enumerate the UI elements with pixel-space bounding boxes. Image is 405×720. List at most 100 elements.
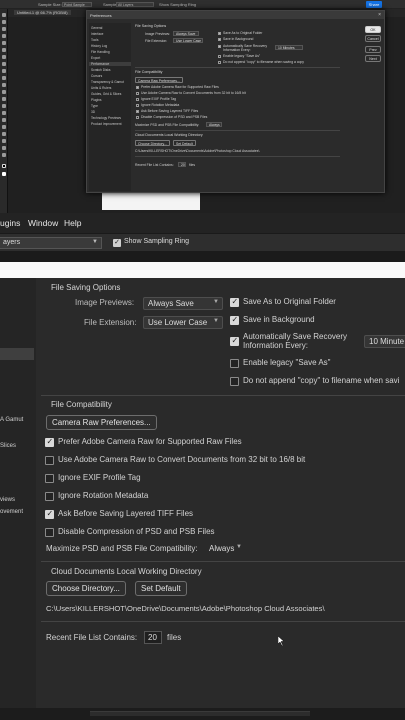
- sample-select[interactable]: All Layers: [116, 2, 154, 7]
- sidebar-item-guides[interactable]: Slices: [0, 443, 16, 449]
- use-camera-raw-convert-checkbox[interactable]: [136, 92, 139, 95]
- hand-tool-icon[interactable]: [2, 146, 6, 150]
- document-tab[interactable]: Untitled-1 @ 66.7% (RGB/8): [14, 10, 71, 15]
- disable-compression-checkbox[interactable]: [136, 116, 139, 119]
- use-camera-raw-convert-checkbox[interactable]: [45, 456, 54, 465]
- disable-compression-checkbox[interactable]: [45, 528, 54, 537]
- sidebar-item-tech-previews[interactable]: views: [0, 497, 15, 503]
- mini-sidebar-item[interactable]: General: [91, 26, 102, 30]
- maximize-select[interactable]: Always: [206, 122, 222, 127]
- show-sampling-ring-checkbox[interactable]: ✓: [113, 239, 121, 247]
- close-icon[interactable]: ×: [378, 12, 381, 18]
- document-canvas[interactable]: [102, 190, 200, 210]
- menu-plugins[interactable]: ugins: [0, 218, 20, 228]
- ignore-rotation-checkbox[interactable]: [45, 492, 54, 501]
- mini-sidebar-item[interactable]: Export: [91, 56, 100, 60]
- auto-save-checkbox[interactable]: [230, 336, 239, 346]
- next-button[interactable]: Next: [365, 55, 381, 62]
- blur-tool-icon[interactable]: [2, 104, 6, 108]
- mini-sidebar-item[interactable]: Interface: [91, 32, 103, 36]
- ignore-exif-checkbox[interactable]: [45, 474, 54, 483]
- mini-sidebar-item[interactable]: 3D: [91, 110, 95, 114]
- eraser-tool-icon[interactable]: [2, 90, 6, 94]
- save-in-background-checkbox[interactable]: [230, 315, 239, 325]
- ok-button[interactable]: OK: [365, 26, 381, 33]
- auto-save-interval-select[interactable]: 10 Minute: [364, 335, 405, 348]
- path-select-icon[interactable]: [2, 132, 6, 136]
- mini-sidebar-item[interactable]: Units & Rulers: [91, 86, 111, 90]
- zoom-tool-icon[interactable]: [2, 153, 6, 157]
- legacy-save-as-checkbox[interactable]: [218, 55, 221, 58]
- healing-tool-icon[interactable]: [2, 62, 6, 66]
- mini-sidebar-item[interactable]: Type: [91, 104, 98, 108]
- ignore-exif-checkbox[interactable]: [136, 98, 139, 101]
- file-extension-select[interactable]: Use Lower Case ▼: [143, 316, 223, 329]
- mini-sidebar-item[interactable]: Transparency & Gamut: [91, 80, 124, 84]
- crop-tool-icon[interactable]: [2, 41, 6, 45]
- marquee-tool-icon[interactable]: [2, 20, 6, 24]
- stamp-tool-icon[interactable]: [2, 76, 6, 80]
- history-brush-icon[interactable]: [2, 83, 6, 87]
- maximize-select[interactable]: Always ▼: [204, 542, 246, 555]
- show-sampling-ring-label: Show Sampling Ring: [124, 238, 189, 245]
- brush-tool-icon[interactable]: [2, 69, 6, 73]
- prefer-camera-raw-checkbox[interactable]: [45, 437, 54, 447]
- ignore-rotation-checkbox[interactable]: [136, 104, 139, 107]
- prefer-camera-raw-checkbox[interactable]: [136, 86, 139, 89]
- eyedropper-tool-icon[interactable]: [2, 55, 6, 59]
- move-tool-icon[interactable]: [2, 13, 6, 17]
- scrollbar[interactable]: [90, 711, 310, 716]
- choose-directory-button[interactable]: Choose Directory...: [46, 581, 126, 596]
- camera-raw-prefs-button[interactable]: Camera Raw Preferences...: [46, 415, 157, 430]
- recent-files-input[interactable]: 20: [178, 162, 186, 167]
- background-color-icon[interactable]: [2, 172, 6, 176]
- show-ring-label[interactable]: Show Sampling Ring: [159, 2, 196, 7]
- cancel-button[interactable]: Cancel: [365, 35, 381, 42]
- recent-files-input[interactable]: 20: [144, 631, 162, 644]
- mini-sidebar-item[interactable]: Plugins: [91, 98, 101, 102]
- mini-sidebar-item[interactable]: Tools: [91, 38, 98, 42]
- mini-sidebar-item[interactable]: Product Improvement: [91, 122, 121, 126]
- mini-sidebar-item[interactable]: History Log: [91, 44, 107, 48]
- dodge-tool-icon[interactable]: [2, 111, 6, 115]
- save-as-original-checkbox[interactable]: [218, 32, 221, 35]
- image-previews-select[interactable]: Always Save: [173, 31, 199, 36]
- mini-sidebar-item[interactable]: Cursors: [91, 74, 102, 78]
- lasso-tool-icon[interactable]: [2, 27, 6, 31]
- save-as-original-checkbox[interactable]: [230, 297, 239, 307]
- camera-raw-prefs-button[interactable]: Camera Raw Preferences...: [135, 77, 183, 83]
- mini-sidebar-item[interactable]: Performance: [91, 62, 109, 66]
- legacy-save-as-checkbox[interactable]: [230, 359, 239, 368]
- shape-tool-icon[interactable]: [2, 139, 6, 143]
- choose-directory-button[interactable]: Choose Directory...: [135, 140, 170, 146]
- auto-save-checkbox[interactable]: [218, 45, 221, 48]
- file-extension-select[interactable]: Use Lower Case: [173, 38, 203, 43]
- prev-button[interactable]: Prev: [365, 46, 381, 53]
- ask-tiff-checkbox[interactable]: [45, 509, 54, 519]
- no-copy-checkbox[interactable]: [230, 377, 239, 386]
- menu-help[interactable]: Help: [64, 218, 81, 228]
- type-tool-icon[interactable]: [2, 125, 6, 129]
- no-copy-checkbox[interactable]: [218, 61, 221, 64]
- foreground-color-icon[interactable]: [2, 164, 6, 168]
- ask-tiff-checkbox[interactable]: [136, 110, 139, 113]
- auto-save-interval-select[interactable]: 10 Minutes: [275, 45, 303, 50]
- sidebar-item-product-improvement[interactable]: ovement: [0, 509, 23, 515]
- set-default-button[interactable]: Set Default: [173, 140, 196, 146]
- sidebar-item-transparency[interactable]: A Gamut: [0, 417, 23, 423]
- save-in-background-checkbox[interactable]: [218, 38, 221, 41]
- menu-window[interactable]: Window: [28, 218, 58, 228]
- set-default-button[interactable]: Set Default: [135, 581, 187, 596]
- mini-sidebar-item[interactable]: Scratch Disks: [91, 68, 110, 72]
- gradient-tool-icon[interactable]: [2, 97, 6, 101]
- mini-sidebar-item[interactable]: File Handling: [91, 50, 110, 54]
- sample-size-select[interactable]: Point Sample: [62, 2, 92, 7]
- mini-sidebar-item[interactable]: Technology Previews: [91, 116, 121, 120]
- mini-sidebar-item[interactable]: Guides, Grid & Slices: [91, 92, 121, 96]
- share-button[interactable]: Share: [366, 1, 382, 8]
- frame-tool-icon[interactable]: [2, 48, 6, 52]
- image-previews-select[interactable]: Always Save ▼: [143, 297, 223, 310]
- sample-layers-select[interactable]: ayers ▼: [0, 237, 102, 249]
- pen-tool-icon[interactable]: [2, 118, 6, 122]
- select-tool-icon[interactable]: [2, 34, 6, 38]
